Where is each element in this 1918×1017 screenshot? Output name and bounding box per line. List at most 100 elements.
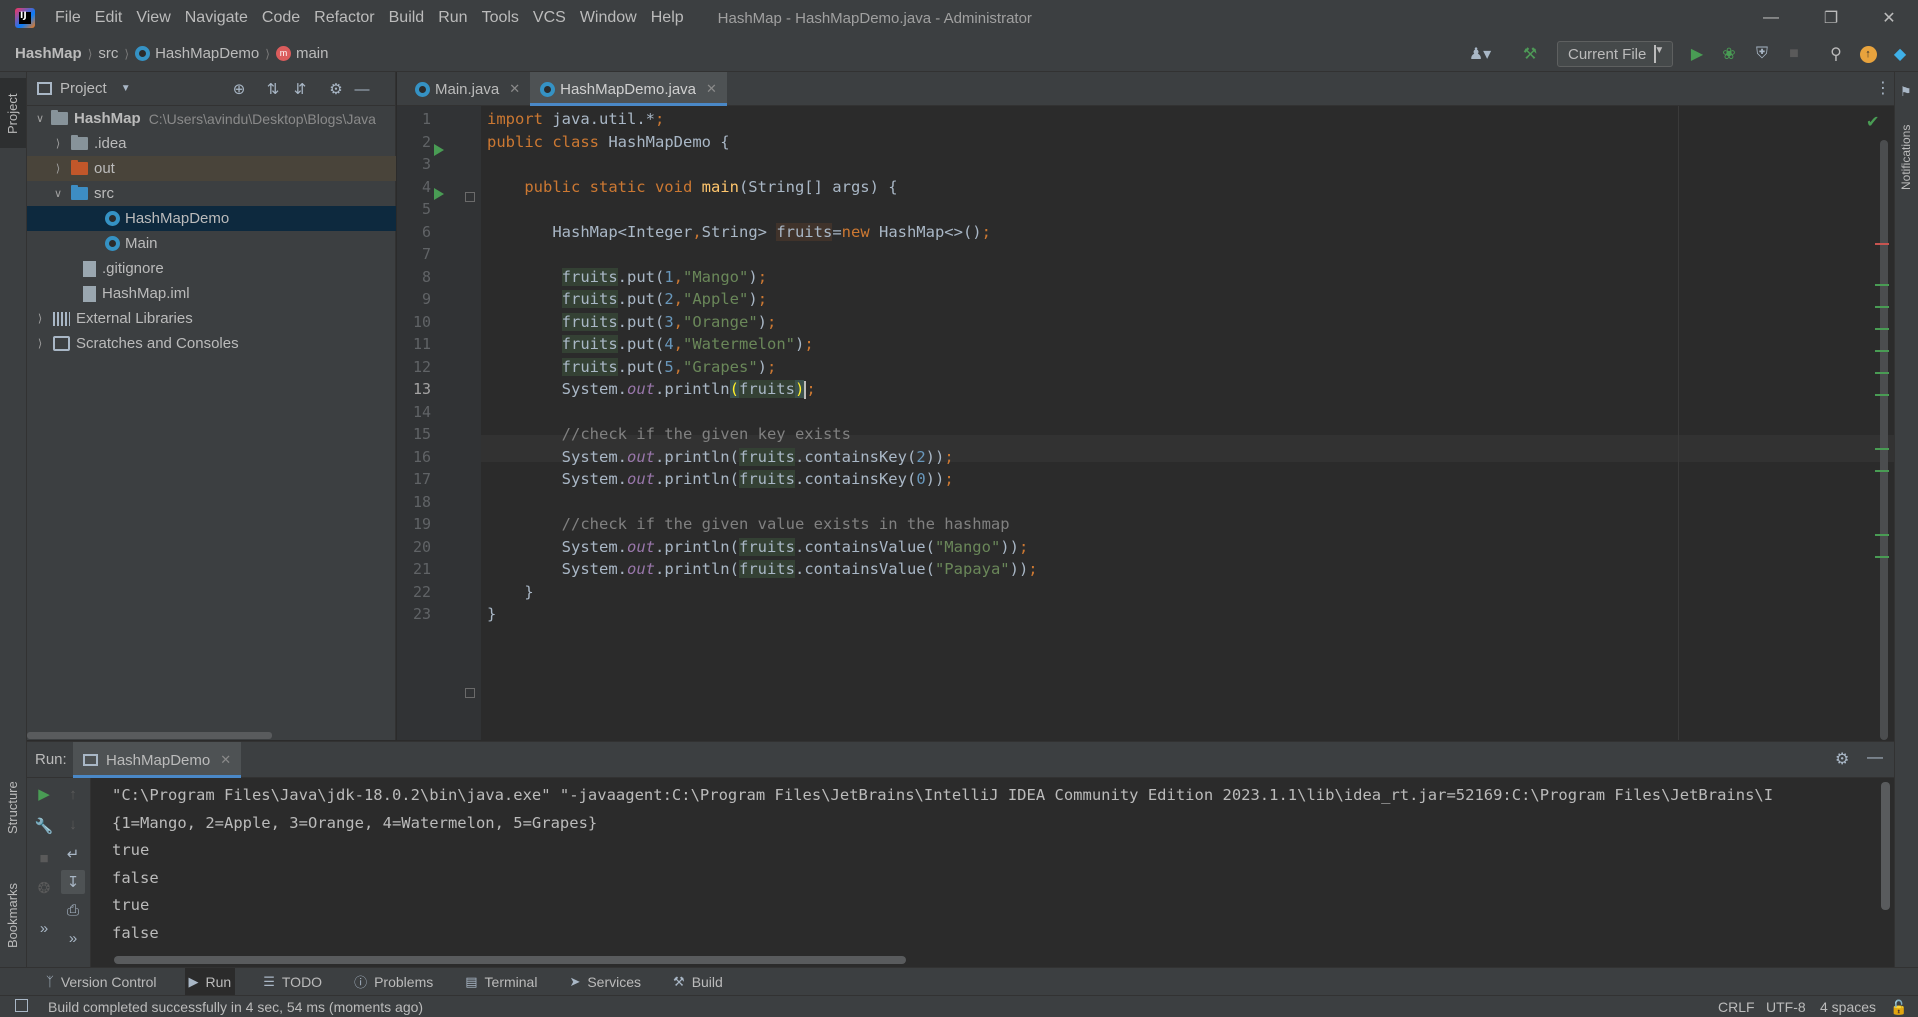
intellij-logo-icon[interactable]: IJ — [15, 8, 35, 28]
tree-item-project-root[interactable]: ∨ HashMap C:\Users\avindu\Desktop\Blogs\… — [27, 106, 396, 131]
scroll-to-end-icon[interactable]: ↧ — [61, 870, 85, 894]
marker-stripe[interactable] — [1875, 394, 1889, 396]
expand-all-icon[interactable]: ⇅ — [264, 80, 282, 98]
structure-tool-button[interactable]: Structure — [0, 762, 26, 842]
breadcrumb-project[interactable]: HashMap — [15, 45, 82, 62]
marker-stripe[interactable] — [1875, 556, 1889, 558]
collapse-all-icon[interactable]: ⇵ — [291, 80, 309, 98]
soft-wrap-icon[interactable]: ↵ — [63, 844, 83, 864]
marker-stripe[interactable] — [1875, 448, 1889, 450]
close-icon[interactable]: ✕ — [220, 752, 231, 768]
tab-run-hashmapdemo[interactable]: HashMapDemo ✕ — [73, 742, 242, 778]
tree-item-idea[interactable]: ⟩ .idea — [27, 131, 396, 156]
tree-item-iml[interactable]: HashMap.iml — [27, 281, 396, 306]
coverage-icon[interactable]: ⛨ — [1752, 44, 1772, 64]
marker-stripe[interactable] — [1875, 372, 1889, 374]
run-icon[interactable]: ▶ — [1687, 44, 1707, 64]
tree-item-hashmapdemo[interactable]: HashMapDemo — [27, 206, 396, 231]
menu-navigate[interactable]: Navigate — [185, 9, 248, 27]
vertical-scrollbar[interactable] — [1881, 782, 1890, 910]
console-output[interactable]: "C:\Program Files\Java\jdk-18.0.2\bin\ja… — [112, 782, 1872, 942]
marker-stripe[interactable] — [1875, 534, 1889, 536]
project-tool-button[interactable]: Project — [0, 78, 26, 148]
chevron-right-icon[interactable]: ⟩ — [33, 312, 47, 325]
horizontal-scrollbar[interactable] — [27, 732, 272, 739]
hide-panel-icon[interactable]: — — [1867, 749, 1883, 767]
minimize-button[interactable]: — — [1748, 0, 1794, 36]
run-configuration-select[interactable]: Current File ▼ — [1557, 41, 1673, 67]
marker-stripe[interactable] — [1875, 243, 1889, 245]
close-window-button[interactable]: ✕ — [1866, 0, 1912, 36]
breadcrumb-file[interactable]: HashMapDemo — [135, 45, 259, 62]
gear-icon[interactable]: ⚙ — [327, 80, 345, 98]
restore-button[interactable]: ❐ — [1808, 0, 1854, 36]
hide-panel-icon[interactable]: — — [353, 80, 371, 98]
breadcrumb-method[interactable]: m main — [275, 45, 328, 62]
project-panel-title[interactable]: Project — [60, 80, 107, 97]
menu-window[interactable]: Window — [580, 9, 637, 27]
file-encoding[interactable]: UTF-8 — [1766, 996, 1806, 1017]
tool-problems[interactable]: ⓘ Problems — [350, 968, 437, 996]
menu-edit[interactable]: Edit — [95, 9, 123, 27]
user-icon[interactable]: ♟▾ — [1469, 44, 1491, 64]
rerun-icon[interactable]: ▶ — [34, 784, 54, 804]
tree-item-external-libraries[interactable]: ⟩ External Libraries — [27, 306, 396, 331]
menu-view[interactable]: View — [136, 9, 170, 27]
code-editor[interactable]: import java.util.*; public class HashMap… — [481, 106, 1894, 740]
menu-code[interactable]: Code — [262, 9, 300, 27]
lock-icon[interactable]: 🔓 — [1890, 996, 1907, 1017]
search-icon[interactable]: ⚲ — [1826, 44, 1846, 64]
tab-main-java[interactable]: Main.java ✕ — [405, 72, 530, 106]
tree-item-main[interactable]: Main — [27, 231, 396, 256]
horizontal-scrollbar[interactable] — [114, 956, 906, 964]
restore-layout-icon[interactable]: ❂ — [34, 878, 54, 898]
menu-file[interactable]: File — [55, 9, 81, 27]
tab-hashmapdemo-java[interactable]: HashMapDemo.java ✕ — [530, 72, 727, 106]
locate-file-icon[interactable]: ⊕ — [230, 80, 248, 98]
run-main-icon[interactable] — [434, 188, 444, 200]
more-icon[interactable]: » — [34, 918, 54, 938]
tool-todo[interactable]: ☰ TODO — [259, 968, 326, 996]
marker-stripe[interactable] — [1875, 350, 1889, 352]
debug-icon[interactable]: ❀ — [1719, 44, 1739, 64]
breadcrumb-folder[interactable]: src — [98, 45, 118, 62]
line-separator[interactable]: CRLF — [1718, 996, 1755, 1017]
gear-icon[interactable]: ⚙ — [1835, 749, 1849, 769]
arrow-up-icon[interactable]: ↑ — [63, 784, 83, 804]
stop-icon[interactable]: ■ — [34, 848, 54, 868]
panel-toggle-icon[interactable] — [15, 999, 28, 1012]
tool-version-control[interactable]: ᛉ Version Control — [42, 968, 161, 996]
close-icon[interactable]: ✕ — [706, 81, 717, 97]
status-message[interactable]: Build completed successfully in 4 sec, 5… — [48, 999, 423, 1015]
chevron-down-icon[interactable]: ▼ — [121, 83, 131, 94]
stop-icon[interactable]: ■ — [1784, 44, 1804, 64]
marker-stripe[interactable] — [1875, 470, 1889, 472]
bookmarks-tool-button[interactable]: Bookmarks — [0, 862, 26, 952]
tool-build[interactable]: ⚒ Build — [669, 968, 727, 996]
tool-services[interactable]: ➤ Services — [565, 968, 645, 996]
run-class-icon[interactable] — [434, 144, 444, 156]
vertical-scrollbar[interactable] — [1880, 140, 1888, 740]
tree-item-gitignore[interactable]: .gitignore — [27, 256, 396, 281]
menu-refactor[interactable]: Refactor — [314, 9, 374, 27]
chevron-down-icon[interactable]: ∨ — [33, 112, 47, 125]
indent-setting[interactable]: 4 spaces — [1820, 996, 1876, 1017]
arrow-down-icon[interactable]: ↓ — [63, 814, 83, 834]
wrench-icon[interactable]: 🔧 — [34, 816, 54, 836]
menu-vcs[interactable]: VCS — [533, 9, 566, 27]
tree-item-src[interactable]: ∨ src — [27, 181, 396, 206]
fold-icon[interactable] — [465, 688, 475, 698]
fold-icon[interactable] — [465, 192, 475, 202]
marker-stripe[interactable] — [1875, 306, 1889, 308]
tree-item-scratches[interactable]: ⟩ Scratches and Consoles — [27, 331, 396, 356]
build-hammer-icon[interactable]: ⚒ — [1520, 44, 1540, 64]
menu-run[interactable]: Run — [438, 9, 467, 27]
tool-run[interactable]: ▶ Run — [184, 967, 236, 996]
notifications-tool-button[interactable]: ⚑ Notifications — [1895, 82, 1918, 192]
chevron-right-icon[interactable]: ⟩ — [51, 137, 65, 150]
menu-tools[interactable]: Tools — [482, 9, 519, 27]
print-icon[interactable]: ⎙ — [63, 900, 83, 920]
tool-terminal[interactable]: ▤ Terminal — [461, 968, 541, 996]
chevron-right-icon[interactable]: ⟩ — [33, 337, 47, 350]
update-icon[interactable]: ↑ — [1858, 44, 1878, 64]
